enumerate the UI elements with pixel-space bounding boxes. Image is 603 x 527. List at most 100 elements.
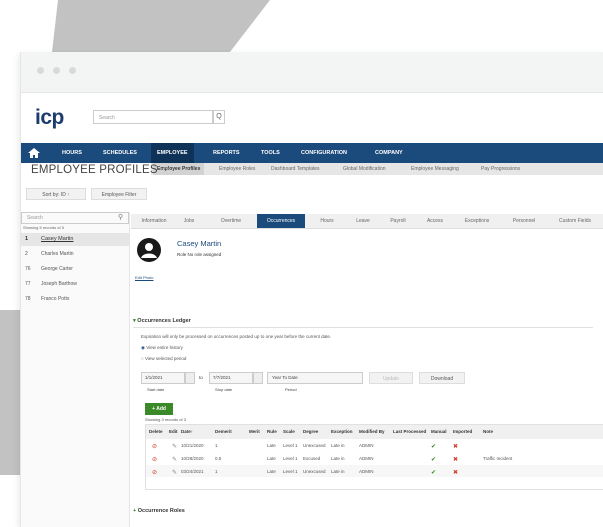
column-header[interactable]: Imported xyxy=(453,429,472,434)
profile-header: Casey Martin Role No role assigned Edit … xyxy=(131,232,603,282)
sidebar-row-name: Franco Potts xyxy=(41,296,70,302)
edit-icon[interactable]: ✎ xyxy=(172,469,177,476)
tab-information[interactable]: Information xyxy=(135,214,173,228)
occurrence-roles[interactable]: + Occurrence Roles xyxy=(133,508,185,514)
icp-logo[interactable]: icp xyxy=(35,106,64,130)
page-title-text: EMPLOYEE PROFILES xyxy=(31,164,158,176)
subnav-pay-progressions[interactable]: Pay Progressions xyxy=(481,163,520,175)
column-header[interactable]: Merit xyxy=(249,429,260,434)
period-select[interactable]: Year To Date xyxy=(267,372,363,384)
radio-unchecked-icon[interactable]: ○ xyxy=(141,356,144,361)
tab-leave[interactable]: Leave xyxy=(349,214,377,228)
nav-employee[interactable]: EMPLOYEE xyxy=(151,143,194,163)
start-date-input[interactable]: 1/1/2021 xyxy=(141,372,185,384)
sidebar-search-icon[interactable]: ⚲ xyxy=(118,213,123,221)
add-button[interactable]: + Add xyxy=(145,403,173,415)
sidebar-row-id: 2 xyxy=(25,251,28,257)
table-cell-imported: ✖ xyxy=(453,457,459,463)
global-search-input[interactable]: Search xyxy=(93,110,213,124)
sidebar-row[interactable]: 77 Joseph Barthow xyxy=(21,278,129,291)
update-button[interactable]: Update xyxy=(369,372,413,384)
stop-calendar-icon[interactable] xyxy=(253,372,263,384)
sidebar-search-input[interactable]: Search xyxy=(21,212,129,224)
column-header[interactable]: Last Processed xyxy=(393,429,426,434)
home-icon[interactable] xyxy=(27,146,41,160)
tab-occurrences[interactable]: Occurrences xyxy=(257,214,305,228)
ledger-title-text: Occurrences Ledger xyxy=(137,318,191,324)
column-header[interactable]: Note xyxy=(483,429,493,434)
edit-icon[interactable]: ✎ xyxy=(172,443,177,450)
sidebar-row-id: 1 xyxy=(25,236,29,242)
edit-icon[interactable]: ✎ xyxy=(172,456,177,463)
delete-icon[interactable]: ⊘ xyxy=(152,469,157,476)
window-dot-2[interactable] xyxy=(53,67,60,74)
tab-hours[interactable]: Hours xyxy=(313,214,341,228)
sidebar-row[interactable]: 78 Franco Potts xyxy=(21,293,129,306)
column-header[interactable]: Manual xyxy=(431,429,447,434)
subnav-employee-roles[interactable]: Employee Roles xyxy=(219,163,255,175)
column-header[interactable]: Exception xyxy=(331,429,353,434)
nav-configuration[interactable]: CONFIGURATION xyxy=(301,143,347,163)
sidebar-row[interactable]: 76 George Carter xyxy=(21,263,129,276)
subnav-employee-messaging[interactable]: Employee Messaging xyxy=(411,163,459,175)
avatar[interactable] xyxy=(137,238,161,262)
column-header[interactable]: Scale xyxy=(283,429,295,434)
column-header[interactable]: Delete xyxy=(149,429,163,434)
delete-icon[interactable]: ⊘ xyxy=(152,456,157,463)
radio-checked-icon[interactable]: ◉ xyxy=(141,345,145,350)
nav-schedules[interactable]: SCHEDULES xyxy=(103,143,137,163)
radio-entire-history[interactable]: ◉ View entire history xyxy=(141,345,183,351)
table-cell-date: 03/24/2021 xyxy=(181,469,204,474)
profile-role: Role No role assigned xyxy=(177,252,222,257)
column-header[interactable]: Degree xyxy=(303,429,318,434)
tab-overtime[interactable]: Overtime xyxy=(213,214,249,228)
sidebar-row-id: 76 xyxy=(25,266,31,272)
column-header[interactable]: Edit xyxy=(169,429,178,434)
window-dot-3[interactable] xyxy=(69,67,76,74)
start-calendar-icon[interactable] xyxy=(185,372,195,384)
tab-personnel[interactable]: Personnel xyxy=(505,214,543,228)
subnav-global-modification[interactable]: Global Modification xyxy=(343,163,386,175)
nav-hours[interactable]: HOURS xyxy=(62,143,82,163)
tab-custom-fields[interactable]: Custom Fields xyxy=(551,214,599,228)
employee-filter-button[interactable]: Employee Filter xyxy=(91,188,147,200)
table-cell-exception: Late in xyxy=(331,456,345,461)
star-icon[interactable]: ☆ xyxy=(161,165,170,176)
page-title: EMPLOYEE PROFILES ☆ xyxy=(31,164,170,176)
edit-photo-link[interactable]: Edit Photo xyxy=(135,275,153,280)
table-cell-manual: ✔ xyxy=(431,444,437,450)
column-header[interactable]: Rule xyxy=(267,429,277,434)
radio-selected-period[interactable]: ○ View selected period xyxy=(141,356,186,361)
ledger-note: Expiration will only be processed on occ… xyxy=(141,334,332,339)
window-dot-1[interactable] xyxy=(37,67,44,74)
nav-company[interactable]: COMPANY xyxy=(375,143,403,163)
ledger-showing-count: Showing 3 records of 3 xyxy=(145,417,186,422)
sidebar-row[interactable]: 2 Charles Martin xyxy=(21,248,129,261)
tab-access[interactable]: Access xyxy=(421,214,449,228)
tab-exceptions[interactable]: Exceptions xyxy=(457,214,497,228)
table-cell-exception: Late in xyxy=(331,469,345,474)
sort-button[interactable]: Sort by: ID ↑ xyxy=(26,188,86,200)
table-cell-scale: Level 1 xyxy=(283,443,298,448)
search-icon[interactable]: Q xyxy=(213,110,225,124)
nav-reports[interactable]: REPORTS xyxy=(213,143,240,163)
column-header[interactable]: Demerit xyxy=(215,429,232,434)
sidebar-row-id: 77 xyxy=(25,281,31,287)
column-header[interactable]: Modified By xyxy=(359,429,385,434)
table-cell-imported: ✖ xyxy=(453,444,459,450)
sidebar-row[interactable]: 1 Casey Martin xyxy=(21,233,129,246)
table-cell-demerit: 1 xyxy=(215,443,218,448)
table-cell-degree: Unexcused xyxy=(303,469,326,474)
subnav-dashboard-templates[interactable]: Dashboard Templates xyxy=(271,163,320,175)
radio-period-label: View selected period xyxy=(144,356,187,361)
ledger-title[interactable]: ▾ Occurrences Ledger xyxy=(133,318,191,324)
nav-tools[interactable]: TOOLS xyxy=(261,143,280,163)
app-window: icp Search Q HOURS SCHEDULES EMPLOYEE RE… xyxy=(20,52,603,527)
tab-jobs[interactable]: Jobs xyxy=(177,214,201,228)
delete-icon[interactable]: ⊘ xyxy=(152,443,157,450)
tab-payroll[interactable]: Payroll xyxy=(383,214,413,228)
download-button[interactable]: Download xyxy=(419,372,465,384)
table-cell-manual: ✔ xyxy=(431,470,437,476)
column-header[interactable]: Date↑ xyxy=(181,429,193,434)
stop-date-input[interactable]: 7/7/2021 xyxy=(209,372,253,384)
